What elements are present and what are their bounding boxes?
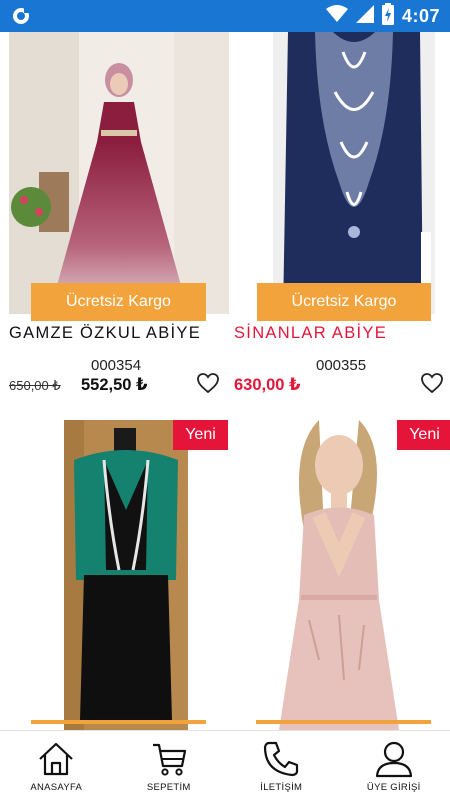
product-name[interactable]: GAMZE ÖZKUL ABİYE bbox=[9, 324, 201, 343]
phone-icon bbox=[264, 741, 299, 777]
product-card[interactable]: Yeni bbox=[0, 420, 228, 730]
product-image[interactable] bbox=[273, 32, 435, 314]
free-shipping-badge-edge bbox=[256, 720, 431, 724]
favorite-heart-icon[interactable] bbox=[420, 372, 444, 394]
nav-label: ANASAYFA bbox=[30, 782, 83, 793]
product-name[interactable]: SİNANLAR ABİYE bbox=[234, 324, 387, 343]
old-price: 650,00 ₺ bbox=[9, 378, 61, 393]
notification-icon bbox=[11, 6, 31, 26]
product-price: 630,00 ₺ bbox=[234, 376, 301, 394]
product-grid[interactable]: Ücretsiz Kargo GAMZE ÖZKUL ABİYE 000354 … bbox=[0, 32, 450, 730]
clock: 4:07 bbox=[401, 5, 440, 26]
product-image[interactable] bbox=[249, 420, 427, 730]
product-image[interactable] bbox=[64, 420, 188, 730]
status-bar: 4:07 bbox=[0, 0, 450, 32]
nav-label: İLETİŞİM bbox=[260, 782, 303, 793]
nav-login[interactable]: ÜYE GİRİŞİ bbox=[338, 731, 450, 800]
favorite-heart-icon[interactable] bbox=[196, 372, 220, 394]
home-icon bbox=[39, 742, 74, 776]
bottom-navigation: ANASAYFA SEPETİM İLETİŞİM ÜYE GİRİŞİ bbox=[0, 730, 450, 800]
nav-contact[interactable]: İLETİŞİM bbox=[225, 731, 338, 800]
product-card[interactable]: Ücretsiz Kargo SİNANLAR ABİYE 000355 630… bbox=[225, 32, 450, 422]
new-badge: Yeni bbox=[173, 420, 228, 450]
signal-icon bbox=[355, 4, 374, 28]
nav-label: ÜYE GİRİŞİ bbox=[366, 782, 421, 793]
cart-icon bbox=[152, 743, 186, 776]
nav-home[interactable]: ANASAYFA bbox=[0, 731, 113, 800]
nav-label: SEPETİM bbox=[146, 782, 191, 793]
wifi-icon bbox=[325, 4, 348, 28]
free-shipping-badge: Ücretsiz Kargo bbox=[31, 283, 206, 321]
free-shipping-badge: Ücretsiz Kargo bbox=[257, 283, 431, 321]
product-code: 000355 bbox=[316, 357, 367, 374]
product-price: 552,50 ₺ bbox=[81, 376, 148, 394]
product-card[interactable]: Yeni bbox=[225, 420, 450, 730]
user-icon bbox=[375, 741, 412, 778]
product-image[interactable] bbox=[9, 32, 229, 314]
product-code: 000354 bbox=[91, 357, 142, 374]
free-shipping-badge-edge bbox=[31, 720, 206, 724]
nav-cart[interactable]: SEPETİM bbox=[113, 731, 226, 800]
product-card[interactable]: Ücretsiz Kargo GAMZE ÖZKUL ABİYE 000354 … bbox=[0, 32, 229, 422]
new-badge: Yeni bbox=[397, 420, 450, 450]
battery-charging-icon bbox=[381, 2, 394, 30]
